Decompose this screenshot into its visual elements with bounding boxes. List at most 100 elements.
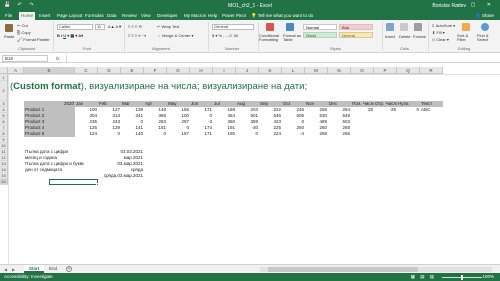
delete-cells-button[interactable]: Delete	[399, 34, 411, 39]
number-format-select[interactable]: General	[212, 24, 254, 30]
tab-home[interactable]: Home	[19, 12, 36, 20]
side-value-cell[interactable]: 0	[397, 107, 420, 113]
sort-filter-icon[interactable]	[462, 23, 470, 31]
style-neutral[interactable]: Neutral	[339, 32, 373, 38]
column-header-o[interactable]: O	[351, 67, 374, 74]
format-painter-button[interactable]: 🖌 Format Painter	[17, 37, 50, 42]
format-as-table-button[interactable]: Format as Table	[283, 34, 301, 42]
name-box[interactable]: B16	[2, 55, 48, 62]
column-header-a[interactable]: A	[8, 67, 24, 74]
paste-button[interactable]: Paste	[4, 34, 14, 39]
product-value-cell[interactable]: 0	[236, 131, 259, 137]
product-value-cell[interactable]: 0	[98, 131, 121, 137]
column-header-r[interactable]: R	[420, 67, 443, 74]
paste-icon[interactable]	[5, 24, 13, 32]
add-sheet-icon[interactable]: +	[66, 266, 72, 272]
column-header-g[interactable]: G	[167, 67, 190, 74]
row-header-2[interactable]: 2	[0, 81, 8, 101]
tab-power-pivot[interactable]: Power Pivot	[220, 12, 248, 20]
view-mode-icons[interactable]: ▦ ▤ ▥	[411, 274, 436, 280]
sort-filter-button[interactable]: Sort & Filter	[457, 34, 475, 42]
date-label-cell[interactable]: ден от седмицата	[24, 167, 84, 173]
column-header-k[interactable]: K	[259, 67, 282, 74]
cut-button[interactable]: ✂ Cut	[17, 23, 28, 28]
row-header-16[interactable]: 16	[0, 179, 8, 185]
copy-button[interactable]: ⎘ Copy	[17, 30, 31, 35]
style-good[interactable]: Good	[303, 32, 337, 38]
side-value-cell[interactable]: -25	[374, 107, 397, 113]
fill-button[interactable]: ⬇ Fill ▾	[432, 30, 445, 35]
sheet-nav-next-icon[interactable]: ▶	[12, 267, 15, 272]
share-button[interactable]: 👤 Share	[475, 13, 494, 19]
product-name-cell[interactable]: Product 5	[24, 131, 75, 137]
conditional-formatting-button[interactable]: Conditional Formatting	[259, 34, 283, 42]
side-value-cell[interactable]: ABC	[420, 107, 443, 113]
product-value-cell[interactable]: 0	[144, 131, 167, 137]
fill-handle[interactable]	[96, 183, 99, 186]
scroll-thumb[interactable]	[268, 267, 418, 272]
clear-button[interactable]: ◇ Clear ▾	[432, 37, 449, 42]
tab-file[interactable]: File	[3, 12, 14, 20]
font-name-select[interactable]: Calibri	[57, 24, 93, 30]
column-header-i[interactable]: I	[213, 67, 236, 74]
format-cells-button[interactable]: Format	[413, 34, 426, 39]
column-header-d[interactable]: D	[98, 67, 121, 74]
side-value-cell[interactable]: 25	[351, 107, 374, 113]
date-value-cell[interactable]: сряда,03.мар.2021	[98, 173, 144, 179]
tab-developer[interactable]: Developer	[155, 12, 180, 20]
tab-page-layout[interactable]: Page Layout	[55, 12, 84, 20]
tab-my-macros[interactable]: My Macros	[182, 12, 208, 20]
align-bottom-buttons[interactable]: ≡ ≡ ≡ ⇤ ⇥	[128, 33, 146, 38]
insert-cells-icon[interactable]	[386, 23, 394, 31]
insert-cells-button[interactable]: Insert	[385, 34, 395, 39]
column-header-p[interactable]: P	[374, 67, 397, 74]
tab-help[interactable]: Help	[206, 12, 219, 20]
zoom-level[interactable]: 100%	[482, 274, 494, 279]
column-header-l[interactable]: L	[282, 67, 305, 74]
window-controls[interactable]: ‒ ▢ ✕	[457, 2, 496, 8]
product-value-cell[interactable]: 266	[328, 131, 351, 137]
product-value-cell[interactable]: 258	[305, 131, 328, 137]
font-size-select[interactable]: 11	[95, 24, 105, 30]
tab-data[interactable]: Data	[105, 12, 119, 20]
column-header-n[interactable]: N	[328, 67, 351, 74]
product-value-cell[interactable]: 190	[213, 131, 236, 137]
find-select-button[interactable]: Find & Select	[477, 34, 497, 42]
formula-input[interactable]	[66, 55, 496, 62]
column-header-b[interactable]: B	[24, 67, 75, 74]
product-value-cell[interactable]: 140	[121, 131, 144, 137]
conditional-formatting-icon[interactable]	[266, 23, 274, 31]
accessibility-status[interactable]: Accessibility: Investigate	[4, 274, 53, 279]
fx-icon[interactable]: fx	[56, 56, 60, 61]
font-style-buttons[interactable]: B I U ▾ ▦ ▾ A▾	[57, 33, 83, 38]
product-value-cell[interactable]: -4	[282, 131, 305, 137]
product-value-cell[interactable]: 224	[259, 131, 282, 137]
product-value-cell[interactable]: 171	[190, 131, 213, 137]
row-header-1[interactable]: 1	[0, 74, 8, 81]
tab-review[interactable]: Review	[120, 12, 139, 20]
column-header-h[interactable]: H	[190, 67, 213, 74]
product-value-cell[interactable]: 124	[75, 131, 98, 137]
tab-view[interactable]: View	[139, 12, 153, 20]
column-header-q[interactable]: Q	[397, 67, 420, 74]
column-header-j[interactable]: J	[236, 67, 259, 74]
find-select-icon[interactable]	[481, 23, 489, 31]
sheet-nav-prev-icon[interactable]: ◀	[4, 267, 7, 272]
tell-me-search[interactable]: 💡 Tell me what you want to do	[251, 13, 313, 19]
zoom-slider-knob[interactable]	[461, 275, 463, 280]
select-all-corner[interactable]	[0, 67, 8, 74]
worksheet-grid[interactable]: ABCDEFGHIJKLMNOPQR 1 2 3 4 5 6 7 8 9 10 11 12 13 14 15…	[0, 67, 500, 264]
tab-formulas[interactable]: Formulas	[83, 12, 106, 20]
autosum-button[interactable]: Σ AutoSum ▾	[432, 23, 455, 28]
number-format-buttons[interactable]: $ ▾ % , ←0 .00	[212, 33, 238, 38]
style-normal[interactable]: Normal	[303, 24, 337, 30]
style-bad[interactable]: Bad	[339, 24, 373, 30]
column-header-c[interactable]: C	[75, 67, 98, 74]
column-header-f[interactable]: F	[144, 67, 167, 74]
font-grow-shrink[interactable]: A▲ A▼	[108, 24, 122, 29]
delete-cells-icon[interactable]	[400, 23, 408, 31]
sheet-tab-start[interactable]: Start	[24, 265, 45, 273]
align-top-buttons[interactable]: ≡ ≡ ≡ ⟲	[128, 24, 142, 29]
column-header-m[interactable]: M	[305, 67, 328, 74]
sheet-tab-end[interactable]: End	[44, 265, 62, 273]
